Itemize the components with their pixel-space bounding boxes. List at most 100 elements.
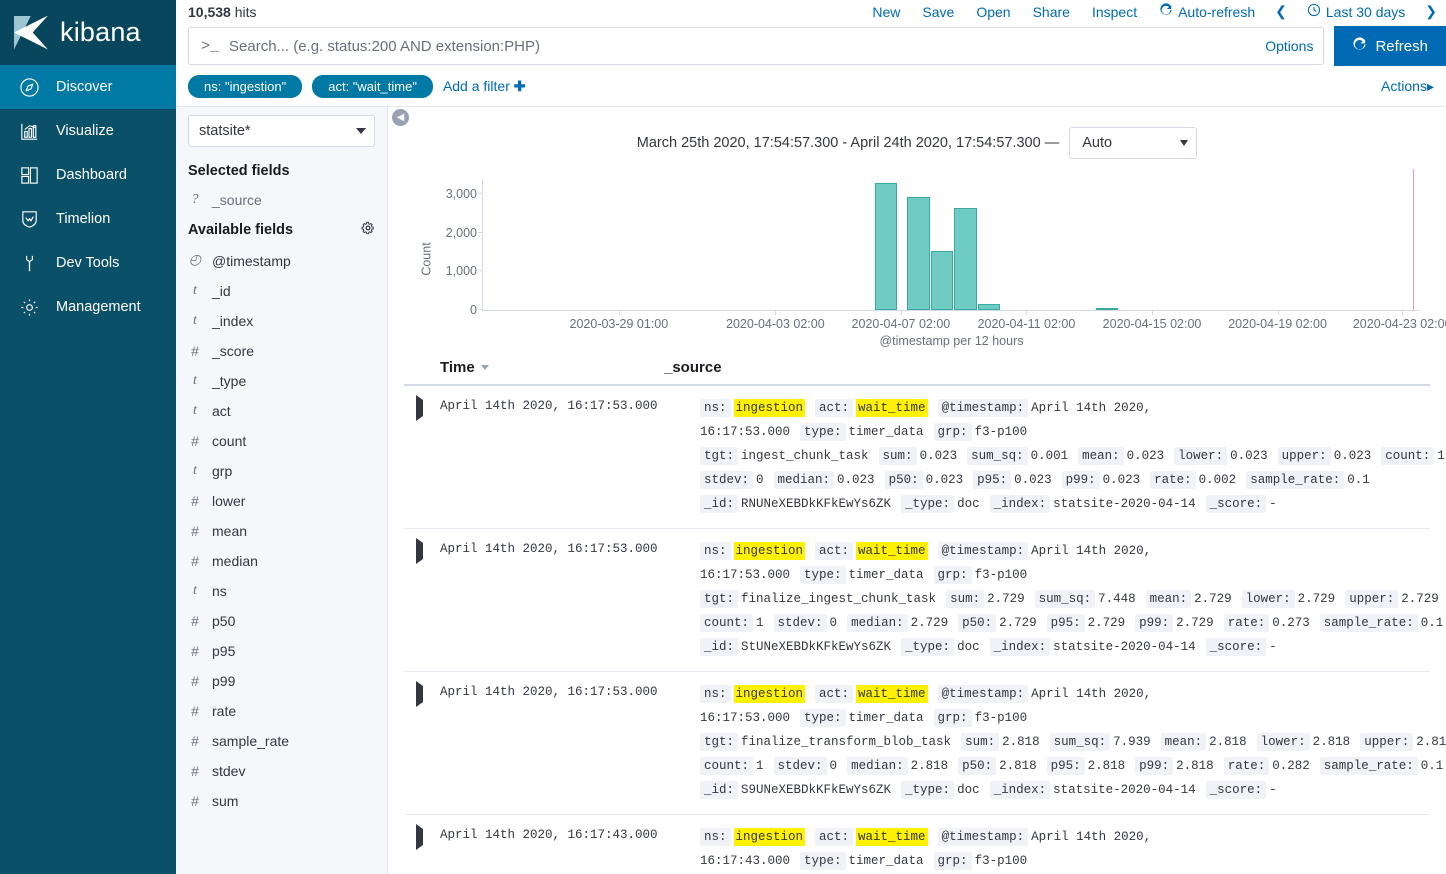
row-expand-button[interactable] xyxy=(404,396,440,416)
field-item-stdev[interactable]: #stdev xyxy=(176,756,387,786)
row-source-cell: ns:ingestionact:wait_time@timestamp:Apri… xyxy=(700,539,1430,659)
chevron-left-circle-icon[interactable]: ◀ xyxy=(392,109,409,126)
hits-count: 10,538 xyxy=(188,4,231,20)
field-value: 2.818 xyxy=(1002,735,1040,749)
sidebar-item-visualize[interactable]: Visualize xyxy=(0,109,176,153)
field-type-icon: t xyxy=(188,313,202,329)
filter-pill[interactable]: act: "wait_time" xyxy=(312,75,433,98)
field-item-sum[interactable]: #sum xyxy=(176,786,387,816)
column-header-time[interactable]: Time xyxy=(404,359,664,376)
top-menu-auto-refresh[interactable]: Auto-refresh xyxy=(1148,3,1266,20)
field-key: upper: xyxy=(1278,447,1331,465)
global-nav-sidebar: kibana DiscoverVisualizeDashboardTimelio… xyxy=(0,0,176,874)
field-item-count[interactable]: #count xyxy=(176,426,387,456)
field-item-median[interactable]: #median xyxy=(176,546,387,576)
top-menu-save[interactable]: Save xyxy=(911,4,965,20)
field-value: 2.818 xyxy=(999,759,1037,773)
field-item-ns[interactable]: tns xyxy=(176,576,387,606)
field-item-lower[interactable]: #lower xyxy=(176,486,387,516)
field-item-act[interactable]: tact xyxy=(176,396,387,426)
selected-fields-heading: Selected fields xyxy=(176,157,387,185)
field-item-mean[interactable]: #mean xyxy=(176,516,387,546)
field-value: 0.1 xyxy=(1421,616,1444,630)
actions-button[interactable]: Actions▸ xyxy=(1381,78,1434,95)
field-item-p95[interactable]: #p95 xyxy=(176,636,387,666)
sidebar-item-dev-tools[interactable]: Dev Tools xyxy=(0,241,176,285)
field-item-id[interactable]: t_id xyxy=(176,276,387,306)
sidebar-item-label: Dev Tools xyxy=(56,255,119,271)
field-item-grp[interactable]: tgrp xyxy=(176,456,387,486)
search-input[interactable] xyxy=(229,38,1257,55)
interval-select[interactable]: Auto xyxy=(1069,127,1197,159)
time-picker-button[interactable]: Last 30 days xyxy=(1296,3,1416,20)
sidebar-item-discover[interactable]: Discover xyxy=(0,65,176,109)
field-item-timestamp[interactable]: ◴@timestamp xyxy=(176,245,387,276)
row-expand-button[interactable] xyxy=(404,682,440,702)
refresh-button[interactable]: Refresh xyxy=(1334,26,1446,66)
field-key: sum: xyxy=(961,733,999,751)
x-axis-tick: 2020-04-15 02:00 xyxy=(1103,317,1202,331)
field-value: timer_data xyxy=(849,568,924,582)
time-range-header: March 25th 2020, 17:54:57.300 - April 24… xyxy=(404,123,1430,163)
source-line: stdev:0median:0.023p50:0.023p95:0.023p99… xyxy=(700,468,1430,492)
row-source-cell: ns:ingestionact:wait_time@timestamp:Apri… xyxy=(700,682,1430,802)
field-item-score[interactable]: #_score xyxy=(176,336,387,366)
time-prev-button[interactable]: ❮ xyxy=(1266,3,1296,20)
top-menu-new[interactable]: New xyxy=(861,4,911,20)
kibana-logo[interactable]: kibana xyxy=(0,0,176,65)
histogram-bar[interactable] xyxy=(931,251,953,310)
field-name: sum xyxy=(212,793,238,809)
gear-icon[interactable] xyxy=(361,221,375,239)
field-value: doc xyxy=(957,640,980,654)
table-row[interactable]: April 14th 2020, 16:17:53.000ns:ingestio… xyxy=(404,386,1430,529)
index-pattern-select[interactable]: statsite* xyxy=(188,115,375,147)
row-expand-button[interactable] xyxy=(404,539,440,559)
histogram-plot-area[interactable]: 01,0002,0003,0002020-03-29 01:002020-04-… xyxy=(482,179,1420,311)
field-item-rate[interactable]: #rate xyxy=(176,696,387,726)
field-value: 7.939 xyxy=(1113,735,1151,749)
histogram-bar[interactable] xyxy=(954,208,976,310)
field-value: 0 xyxy=(756,473,764,487)
chevron-left-icon: ❮ xyxy=(1275,3,1287,20)
sidebar-item-timelion[interactable]: Timelion xyxy=(0,197,176,241)
table-row[interactable]: April 14th 2020, 16:17:53.000ns:ingestio… xyxy=(404,672,1430,815)
sort-caret-icon[interactable] xyxy=(481,365,489,370)
table-row[interactable]: April 14th 2020, 16:17:43.000ns:ingestio… xyxy=(404,815,1430,874)
field-key: type: xyxy=(800,709,846,727)
field-key: ns: xyxy=(700,399,731,417)
field-key: stdev: xyxy=(774,757,827,775)
histogram-bar[interactable] xyxy=(875,183,897,310)
available-fields-title: Available fields xyxy=(188,222,293,238)
refresh-button-label: Refresh xyxy=(1375,38,1428,55)
field-item-type[interactable]: t_type xyxy=(176,366,387,396)
top-menu-open[interactable]: Open xyxy=(965,4,1021,20)
add-filter-button[interactable]: Add a filter ✚ xyxy=(443,78,526,95)
table-row[interactable]: April 14th 2020, 16:17:53.000ns:ingestio… xyxy=(404,529,1430,672)
field-item-p50[interactable]: #p50 xyxy=(176,606,387,636)
histogram-bar[interactable] xyxy=(907,197,929,310)
caret-right-icon xyxy=(416,538,423,564)
field-item-p99[interactable]: #p99 xyxy=(176,666,387,696)
field-item-source[interactable]: ?_source xyxy=(176,185,387,215)
row-timestamp: April 14th 2020, 16:17:53.000 xyxy=(440,396,658,416)
field-type-icon: t xyxy=(188,463,202,479)
field-key: act: xyxy=(815,542,853,560)
field-key: count: xyxy=(700,757,753,775)
field-value: timer_data xyxy=(849,854,924,868)
query-bar[interactable]: >_ Options xyxy=(188,27,1324,65)
histogram-bar[interactable] xyxy=(978,304,1000,310)
histogram-bar[interactable] xyxy=(1096,308,1118,310)
field-item-index[interactable]: t_index xyxy=(176,306,387,336)
row-expand-button[interactable] xyxy=(404,825,440,845)
field-item-samplerate[interactable]: #sample_rate xyxy=(176,726,387,756)
top-menu-share[interactable]: Share xyxy=(1022,4,1081,20)
field-value: 0.023 xyxy=(1230,449,1268,463)
top-menu-inspect[interactable]: Inspect xyxy=(1081,4,1148,20)
sidebar-item-management[interactable]: Management xyxy=(0,285,176,329)
field-value: 0.023 xyxy=(1103,473,1141,487)
time-next-button[interactable]: ❯ xyxy=(1416,3,1446,20)
sidebar-item-dashboard[interactable]: Dashboard xyxy=(0,153,176,197)
filter-pill[interactable]: ns: "ingestion" xyxy=(188,75,302,98)
options-link[interactable]: Options xyxy=(1257,38,1313,54)
field-name: _source xyxy=(212,192,262,208)
